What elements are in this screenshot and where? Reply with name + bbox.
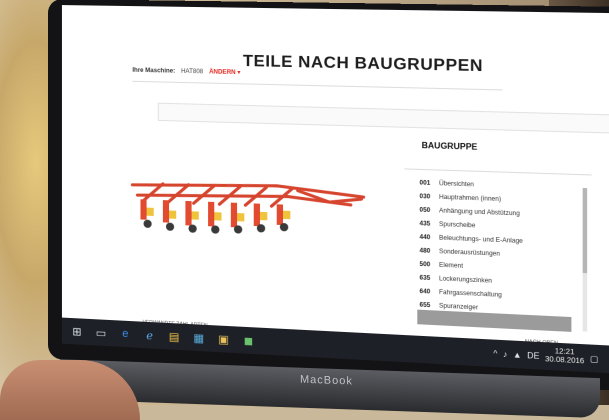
app-icon[interactable]: ◼ [239, 332, 258, 349]
group-name: Sonderausrüstungen [439, 248, 501, 258]
group-code: 440 [419, 234, 431, 241]
laptop: TEILE NACH BAUGRUPPEN Ihre Maschine: HAT… [20, 0, 609, 419]
chevron-down-icon: ▾ [237, 69, 241, 77]
machine-illustration [122, 162, 372, 234]
system-tray: ^ ♪ ▲ DE 12:21 30.08.2016 ▢ [493, 345, 598, 367]
volume-icon[interactable]: ♪ [503, 349, 507, 359]
folder-icon[interactable]: ▣ [214, 330, 233, 347]
group-name: Spuranzeiger [439, 302, 479, 311]
group-name: Element [439, 262, 464, 270]
group-name: Übersichten [439, 180, 474, 188]
group-name: Lockerungszinken [439, 275, 492, 285]
group-code: 030 [419, 193, 431, 201]
language-indicator[interactable]: DE [527, 350, 539, 360]
group-name: Hauptrahmen (innen) [439, 194, 502, 203]
group-panel: BAUGRUPPE 001 Übersichten 030 Hauptrahme… [404, 140, 592, 332]
network-icon[interactable]: ▲ [513, 350, 522, 360]
machine-value: HAT808 [181, 68, 204, 76]
group-code: 655 [419, 301, 431, 309]
group-code: 500 [419, 261, 431, 268]
group-name: Spurscheibe [439, 221, 476, 229]
group-code: 480 [419, 247, 431, 255]
group-name: Fahrgassenschaltung [439, 289, 502, 299]
change-machine-link[interactable]: ÄNDERN [209, 69, 236, 76]
search-input[interactable] [157, 102, 609, 134]
explorer-icon[interactable]: ▤ [165, 328, 183, 345]
group-name: Anhängung und Abstützung [439, 207, 520, 217]
group-list-scrollbar[interactable] [582, 187, 588, 332]
scrollbar-thumb[interactable] [582, 187, 588, 274]
edge-icon[interactable]: e [116, 325, 134, 342]
laptop-screen: TEILE NACH BAUGRUPPEN Ihre Maschine: HAT… [61, 5, 609, 374]
action-center-icon[interactable]: ▢ [590, 354, 599, 364]
group-code: 640 [419, 288, 431, 296]
taskbar-clock[interactable]: 12:21 30.08.2016 [545, 348, 584, 367]
ie-icon[interactable]: ℯ [140, 327, 158, 344]
windows-icon[interactable]: ⊞ [68, 323, 86, 340]
clock-date: 30.08.2016 [545, 355, 585, 366]
task-view-icon[interactable]: ▭ [92, 324, 110, 341]
group-code: 050 [419, 206, 431, 214]
machine-label: Ihre Maschine: [132, 67, 176, 75]
notification-icon[interactable]: ^ [493, 349, 497, 359]
store-icon[interactable]: ▦ [190, 329, 209, 346]
group-list: 001 Übersichten 030 Hauptrahmen (innen) … [404, 168, 592, 321]
group-panel-title: BAUGRUPPE [421, 140, 478, 152]
group-code: 001 [419, 179, 431, 187]
group-code: 435 [419, 220, 431, 228]
group-code: 635 [419, 274, 431, 282]
laptop-bezel: TEILE NACH BAUGRUPPEN Ihre Maschine: HAT… [48, 0, 609, 392]
device-brand: MacBook [300, 373, 353, 388]
group-name: Beleuchtungs- und E-Anlage [439, 234, 523, 245]
